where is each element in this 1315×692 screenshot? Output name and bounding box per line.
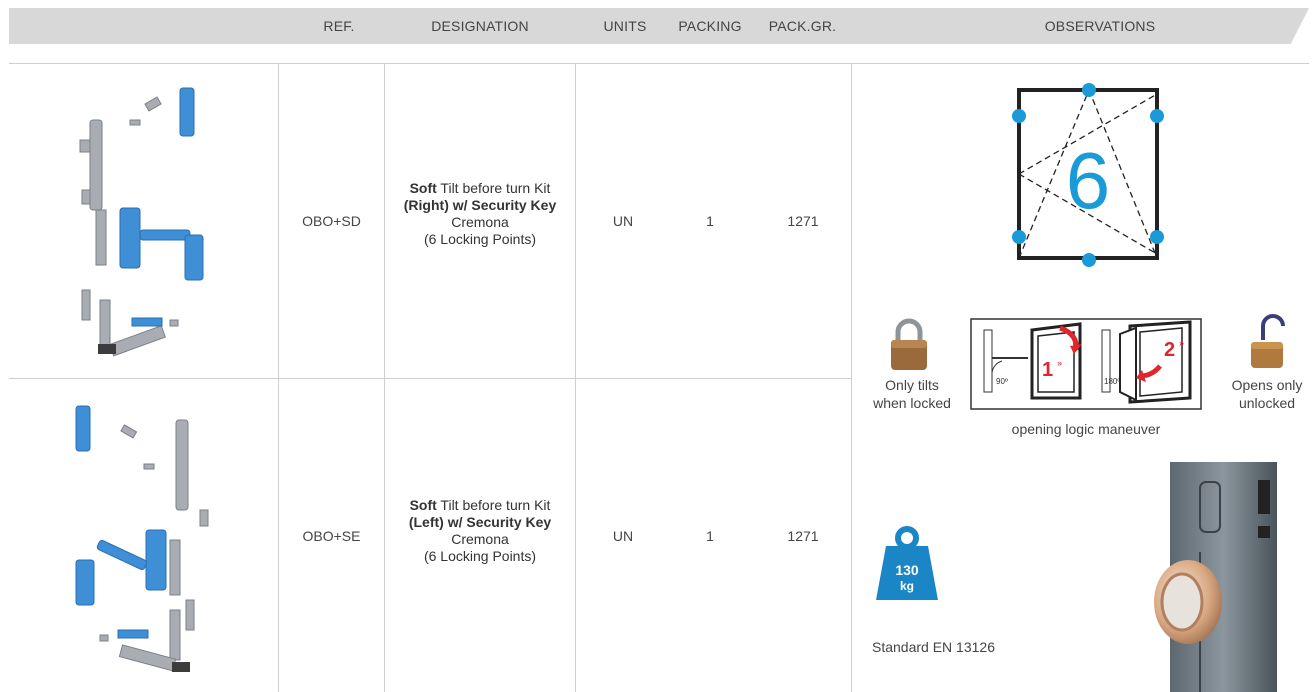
row1-units: UN [612,213,634,229]
tilt-caption-line1: Only tilts [885,377,939,393]
open-caption-line1: Opens only [1231,377,1303,393]
svg-text:»: » [1057,358,1062,368]
col-divider [851,63,852,692]
header-packing: PACKING [678,18,742,34]
weight-value: 130 [895,562,919,578]
row1-desc-text3: (6 Locking Points) [423,231,537,247]
row1-desc-text1: Tilt before turn Kit [436,180,551,196]
angle2-label: 180º [1104,377,1120,386]
weight-unit: kg [900,579,914,593]
row1-desc-bold1: Soft [409,180,437,196]
row2-desc-text2: Cremona [451,531,509,547]
open-caption-line2: unlocked [1238,395,1296,411]
row2-desc-bold2: (Left) w/ Security Key [408,514,552,530]
product-image-right-kit [79,87,204,357]
row1-packing: 1 [706,213,714,229]
row2-ref: OBO+SE [302,527,361,544]
row1-designation: Soft Tilt before turn Kit (Right) w/ Sec… [390,180,570,248]
header-designation: DESIGNATION [431,18,529,34]
row2-desc-text3: (6 Locking Points) [423,548,537,564]
step1-label: 1 [1042,359,1053,381]
row2-desc-text1: Tilt before turn Kit [436,497,551,513]
tilt-caption-line2: when locked [873,395,951,411]
row2-desc-bold1: Soft [409,497,437,513]
row2-packing: 1 [706,527,714,544]
locking-points-diagram: 6 [1012,83,1164,267]
angle1-label: 90º [996,377,1008,386]
security-lock-image [1154,462,1277,692]
header-ref: REF. [323,18,355,34]
header-units: UNITS [603,18,647,34]
open-caption: Opens only unlocked [1222,376,1312,412]
opening-logic-diagram: 90º 1 » 180º 2 » [970,318,1202,410]
padlock-locked-icon [891,318,927,370]
header-pack-gr: PACK.GR. [768,18,837,34]
row1-desc-text2: Cremona [451,214,509,230]
tilt-caption: Only tilts when locked [862,376,962,412]
svg-text:»: » [1179,338,1184,348]
row1-desc-bold2: (Right) w/ Security Key [403,197,557,213]
padlock-unlocked-icon [1251,314,1285,368]
product-image-left-kit [75,405,209,672]
standard-label: Standard EN 13126 [872,639,995,655]
row1-pack-gr: 1271 [787,213,819,229]
row2-designation: Soft Tilt before turn Kit (Left) w/ Secu… [390,497,570,565]
step2-label: 2 [1164,339,1175,361]
row2-units: UN [612,527,634,544]
row1-ref: OBO+SD [302,213,361,229]
col-divider [384,63,385,692]
locking-points-count: 6 [1066,136,1111,225]
maneuver-caption: opening logic maneuver [1011,421,1161,437]
header-observations: OBSERVATIONS [1044,18,1156,34]
row2-pack-gr: 1271 [787,527,819,544]
weight-icon: 130 kg [876,526,938,600]
